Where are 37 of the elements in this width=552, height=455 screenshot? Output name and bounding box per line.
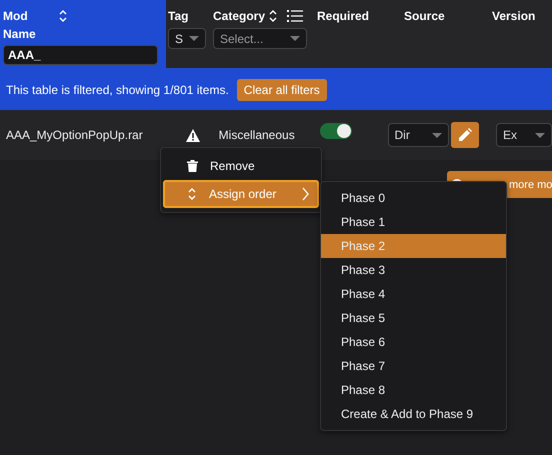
phase-item[interactable]: Phase 5	[321, 306, 506, 330]
filter-message: This table is filtered, showing 1/801 items.	[6, 83, 229, 97]
version-dropdown[interactable]: Ex	[496, 123, 552, 147]
sort-icon[interactable]	[58, 9, 68, 23]
list-icon[interactable]	[287, 9, 304, 23]
menu-item[interactable]: Remove	[163, 152, 319, 180]
required-toggle[interactable]	[320, 123, 352, 139]
trash-icon	[187, 160, 198, 172]
caret-icon	[189, 36, 199, 41]
pencil-icon	[458, 128, 472, 142]
sort-icon[interactable]	[268, 9, 278, 23]
category-text: Miscellaneous	[218, 128, 296, 142]
phase-item[interactable]: Phase 4	[321, 282, 506, 306]
caret-icon	[432, 132, 442, 138]
caret-icon	[535, 132, 545, 138]
source-dropdown[interactable]: Dir	[388, 123, 450, 147]
phase-item[interactable]: Create & Add to Phase 9	[321, 402, 506, 426]
phase-item[interactable]: Phase 3	[321, 258, 506, 282]
column-header[interactable]: Mod Name	[3, 7, 53, 43]
phase-item[interactable]: Phase 1	[321, 210, 506, 234]
column-header[interactable]: Tag	[168, 7, 188, 25]
column-header[interactable]: Category	[213, 7, 266, 25]
caret-icon	[290, 36, 300, 41]
phase-item[interactable]: Phase 0	[321, 186, 506, 210]
phase-item[interactable]: Phase 6	[321, 330, 506, 354]
column-header[interactable]: Version	[492, 7, 536, 25]
column-header[interactable]: Source	[404, 7, 445, 25]
mod-name: AAA_MyOptionPopUp.rar	[5, 128, 144, 142]
filter-dropdown[interactable]: S	[168, 28, 206, 49]
filter-dropdown[interactable]: Select...	[213, 28, 307, 49]
name-filter-field[interactable]: AAA_	[3, 45, 158, 65]
sort-icon	[187, 187, 197, 201]
phase-item[interactable]: Phase 7	[321, 354, 506, 378]
chevron-right-icon	[302, 187, 309, 201]
column-header[interactable]: Required	[317, 7, 370, 25]
phase-item[interactable]: Phase 8	[321, 378, 506, 402]
edit-button[interactable]	[451, 122, 479, 148]
